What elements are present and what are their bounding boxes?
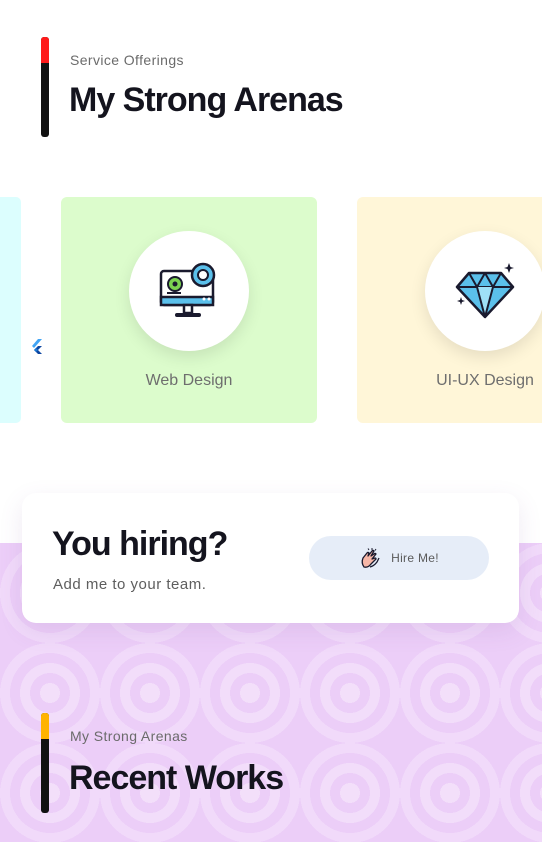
service-icon-circle <box>129 231 249 351</box>
hire-title: You hiring? <box>52 525 228 563</box>
diamond-icon <box>455 263 515 319</box>
section-accent-bar <box>41 713 49 813</box>
section-eyebrow: My Strong Arenas <box>70 728 188 744</box>
section-accent-bar <box>41 37 49 137</box>
service-icon-circle <box>425 231 542 351</box>
section-eyebrow: Service Offerings <box>70 52 184 68</box>
service-card-label: Web Design <box>145 372 233 389</box>
hire-button-label: Hire Me! <box>391 551 439 565</box>
flutter-icon <box>32 339 42 354</box>
hire-subtitle: Add me to your team. <box>53 576 207 593</box>
service-card-web-design[interactable]: Web Design <box>61 197 317 423</box>
hire-me-button[interactable]: Hire Me! <box>309 536 489 580</box>
service-card-label: UI-UX Design <box>436 372 534 389</box>
accent-bar-cap <box>41 37 49 63</box>
hire-card: You hiring? Add me to your team. Hire Me… <box>22 493 519 623</box>
accent-bar-cap <box>41 713 49 739</box>
monitor-gears-icon <box>159 262 216 317</box>
service-card-partial[interactable] <box>0 197 21 423</box>
section-title: Recent Works <box>69 759 284 797</box>
clapping-hands-icon <box>361 548 380 568</box>
section-title: My Strong Arenas <box>69 81 344 119</box>
service-card-ui-ux-design[interactable]: UI-UX Design <box>357 197 542 423</box>
